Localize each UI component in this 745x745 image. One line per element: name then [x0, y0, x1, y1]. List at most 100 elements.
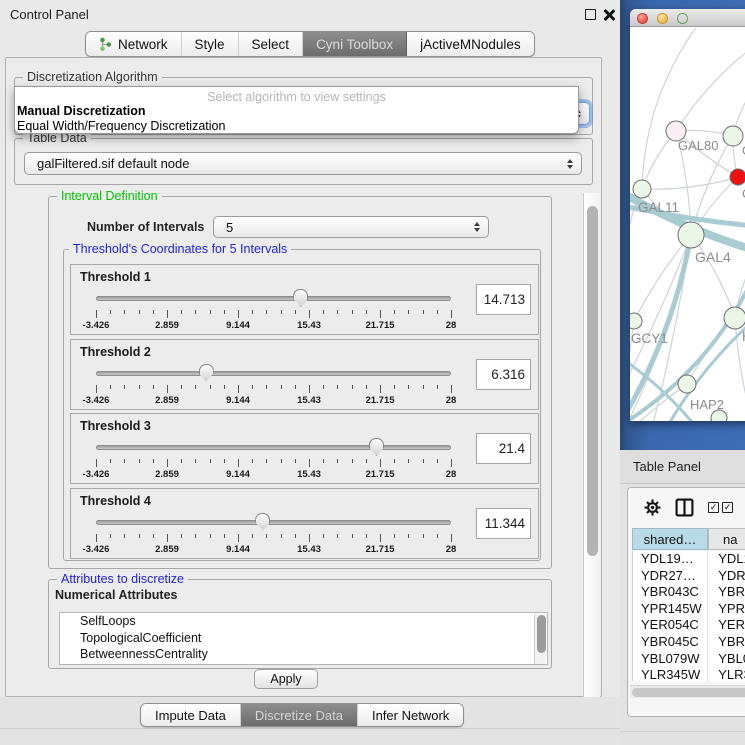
- close-icon[interactable]: [603, 9, 615, 21]
- numerical-attributes-list[interactable]: SelfLoopsTopologicalCoefficientBetweenne…: [59, 612, 548, 665]
- network-node-h[interactable]: [724, 307, 745, 329]
- mac-minimize-icon[interactable]: [657, 13, 668, 24]
- tab-jactivemnodules[interactable]: jActiveMNodules: [407, 32, 534, 56]
- table-row[interactable]: YER054CYER0: [633, 617, 745, 634]
- network-window-titlebar[interactable]: [630, 9, 745, 27]
- tick-mark: [451, 385, 452, 393]
- attribute-list-item[interactable]: BetweennessCentrality: [60, 646, 547, 663]
- tab-style[interactable]: Style: [182, 32, 239, 56]
- slider-track[interactable]: [96, 296, 451, 301]
- cell-shared-name: YBL079W: [633, 651, 707, 668]
- tick-label: -3.426: [83, 544, 110, 555]
- tab-impute-data[interactable]: Impute Data: [141, 704, 241, 726]
- slider-track[interactable]: [96, 520, 451, 525]
- tick-mark: [295, 534, 296, 538]
- network-edge[interactable]: [642, 177, 738, 189]
- slider-handle[interactable]: [199, 364, 214, 382]
- number-of-intervals-combobox[interactable]: 5: [213, 216, 489, 238]
- threshold-value-field[interactable]: 11.344: [476, 508, 531, 539]
- network-node-gal4[interactable]: [678, 222, 704, 248]
- split-column-icon[interactable]: [675, 498, 694, 517]
- table-row[interactable]: YBL079WYBL0: [633, 651, 745, 668]
- apply-button[interactable]: Apply: [254, 669, 318, 689]
- table-panel-title: Table Panel: [633, 459, 701, 474]
- tick-mark: [408, 310, 409, 314]
- tab-select[interactable]: Select: [239, 32, 304, 56]
- numerical-attributes-label: Numerical Attributes: [55, 588, 177, 602]
- network-node-g.[interactable]: [723, 126, 743, 146]
- network-node-gal11[interactable]: [633, 180, 651, 198]
- float-window-icon[interactable]: [585, 9, 596, 20]
- network-icon: [99, 37, 112, 52]
- cell-name: YER0: [707, 617, 745, 634]
- tick-mark: [210, 385, 211, 389]
- slider-track[interactable]: [96, 445, 451, 450]
- table-row[interactable]: YDR27…YDR2: [633, 568, 745, 585]
- attributes-title: Attributes to discretize: [57, 572, 188, 586]
- tick-mark: [295, 385, 296, 389]
- network-node-hap2[interactable]: [678, 375, 696, 393]
- mac-zoom-icon[interactable]: [677, 13, 688, 24]
- interval-definition-title: Interval Definition: [57, 189, 162, 203]
- panel-scrollbar-thumb[interactable]: [587, 206, 598, 556]
- network-canvas[interactable]: GAL80G.CGAL11GAL4GCY1HHAP2: [630, 28, 745, 421]
- tick-mark: [110, 310, 111, 314]
- slider-handle[interactable]: [293, 289, 308, 307]
- tick-mark: [295, 459, 296, 463]
- threshold-value-field[interactable]: 6.316: [476, 359, 531, 390]
- tab-infer-network[interactable]: Infer Network: [358, 704, 463, 726]
- network-node-label: GAL11: [638, 200, 679, 215]
- checkbox-icon[interactable]: ✓: [722, 502, 733, 513]
- network-edge[interactable]: [630, 235, 691, 384]
- tab-network[interactable]: Network: [86, 32, 182, 56]
- network-edge[interactable]: [691, 235, 735, 318]
- tab-discretize-data[interactable]: Discretize Data: [241, 704, 358, 726]
- attribute-list-item[interactable]: TopologicalCoefficient: [60, 630, 547, 647]
- mac-close-icon[interactable]: [637, 13, 648, 24]
- network-node-c[interactable]: [730, 169, 745, 185]
- tick-mark: [124, 534, 125, 538]
- threshold-value-field[interactable]: 21.4: [476, 433, 531, 464]
- threshold-value-field[interactable]: 14.713: [476, 284, 531, 315]
- slider-handle[interactable]: [255, 513, 270, 531]
- tick-mark: [380, 534, 381, 542]
- network-edge[interactable]: [676, 46, 745, 131]
- slider-handle[interactable]: [369, 438, 384, 456]
- tick-mark: [352, 459, 353, 463]
- table-row[interactable]: YPR145WYPR1: [633, 601, 745, 618]
- attribute-list-item[interactable]: SelfLoops: [60, 613, 547, 630]
- network-view-window[interactable]: GAL80G.CGAL11GAL4GCY1HHAP2: [630, 9, 745, 421]
- table-data-combobox[interactable]: galFiltered.sif default node: [24, 152, 582, 175]
- tick-mark: [252, 459, 253, 463]
- tick-mark: [380, 385, 381, 393]
- tab-label: Cyni Toolbox: [316, 37, 393, 52]
- tick-mark: [266, 459, 267, 463]
- panel-scrollbar[interactable]: [583, 193, 600, 745]
- network-node-gcy1[interactable]: [630, 313, 642, 329]
- column-header-name[interactable]: na: [708, 528, 745, 550]
- horizontal-scrollbar-thumb[interactable]: [632, 688, 745, 697]
- network-node-b1[interactable]: [711, 410, 727, 421]
- table-row[interactable]: YLR345WYLR3: [633, 667, 745, 681]
- list-scrollbar-thumb[interactable]: [537, 615, 546, 653]
- table-row[interactable]: YBR043CYBR0: [633, 584, 745, 601]
- cell-name: YBR0: [707, 584, 745, 601]
- network-edge[interactable]: [687, 318, 735, 384]
- slider-track[interactable]: [96, 371, 451, 376]
- tick-mark: [181, 310, 182, 314]
- column-header-shared[interactable]: shared…: [632, 528, 708, 550]
- algorithm-option-equal-width[interactable]: Equal Width/Frequency Discretization: [17, 119, 225, 133]
- tick-mark: [309, 310, 310, 318]
- tick-mark: [323, 310, 324, 314]
- list-scrollbar[interactable]: [534, 614, 546, 665]
- algorithm-option-manual[interactable]: Manual Discretization: [17, 104, 146, 118]
- tick-mark: [195, 385, 196, 389]
- table-row[interactable]: YBR045CYBR0: [633, 634, 745, 651]
- gear-icon[interactable]: [644, 499, 661, 516]
- table-row[interactable]: YDL19…YDL1: [633, 551, 745, 568]
- tick-mark: [366, 534, 367, 538]
- tab-cyni-toolbox[interactable]: Cyni Toolbox: [303, 32, 407, 56]
- horizontal-scrollbar[interactable]: [630, 685, 745, 698]
- tick-mark: [96, 385, 97, 393]
- checkbox-icon[interactable]: ✓: [708, 502, 719, 513]
